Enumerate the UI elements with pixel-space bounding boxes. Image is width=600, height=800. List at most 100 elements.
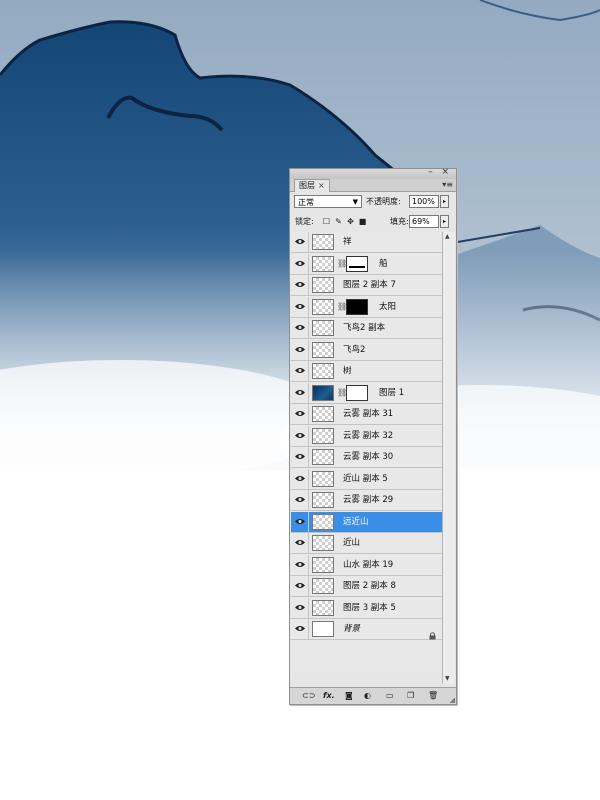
layer-row[interactable]: ⛓ 太阳 — [291, 296, 442, 318]
layer-thumbnail — [312, 298, 334, 315]
panel-tab-row: 图层 × ▾≡ — [290, 179, 456, 192]
adjustment-layer-icon[interactable]: ◐ — [364, 691, 371, 700]
layer-thumbnail — [312, 406, 334, 422]
fx-icon[interactable]: fx. — [323, 691, 335, 700]
layer-row[interactable]: 云雾 副本 32 — [291, 425, 442, 447]
lock-position-icon[interactable]: ✥ — [346, 217, 355, 226]
layer-row[interactable]: 云雾 副本 31 — [291, 404, 442, 425]
new-layer-icon[interactable]: ❐ — [407, 691, 414, 700]
lock-label: 锁定: — [295, 217, 314, 226]
blend-mode-value: 正常 — [298, 198, 314, 207]
layer-name: 祥 — [343, 237, 352, 247]
eye-icon[interactable] — [292, 425, 309, 446]
eye-icon[interactable] — [292, 253, 309, 274]
eye-icon[interactable] — [292, 490, 309, 510]
tab-layers-label: 图层 — [299, 181, 315, 190]
layer-name: 树 — [343, 366, 352, 376]
layer-row[interactable]: 飞鸟2 — [291, 339, 442, 361]
trash-icon[interactable]: 🗑 — [428, 691, 438, 700]
layer-mask-thumbnail[interactable] — [346, 384, 368, 401]
layer-thumbnail — [312, 492, 334, 508]
eye-icon[interactable] — [292, 404, 309, 424]
scroll-down-icon[interactable]: ▼ — [445, 675, 450, 682]
layer-row[interactable]: 背景 — [291, 619, 442, 640]
layer-row[interactable]: 祥 — [291, 232, 442, 253]
layer-name: 云雾 副本 32 — [343, 430, 394, 441]
layer-name: 飞鸟2 — [343, 344, 366, 355]
tab-layers[interactable]: 图层 × — [294, 179, 330, 192]
layer-mask-thumbnail[interactable] — [346, 298, 368, 315]
panel-menu-icon[interactable]: ▾≡ — [442, 180, 453, 189]
link-layers-icon[interactable]: ⊂⊃ — [302, 691, 315, 700]
lock-transparent-icon[interactable]: ☐ — [322, 217, 331, 226]
close-icon[interactable]: × — [318, 181, 325, 190]
layers-panel: – × 图层 × ▾≡ 正常 ▼ 不透明度: 100% ▸ 锁定: ☐ ✎ ✥ ■… — [289, 167, 457, 705]
eye-icon[interactable] — [292, 511, 309, 532]
layer-row[interactable]: 树 — [291, 361, 442, 382]
add-mask-icon[interactable]: ◙ — [345, 691, 353, 700]
layer-name: 山水 副本 19 — [343, 559, 394, 570]
lock-all-icon[interactable]: ■ — [358, 217, 367, 226]
layer-name: 船 — [379, 258, 388, 269]
layer-row[interactable]: 近山 — [291, 533, 442, 554]
layer-mask-thumbnail[interactable] — [346, 255, 368, 272]
layer-thumbnail — [312, 621, 334, 637]
layer-list: 祥 ⛓ 船图层 2 副本 7 ⛓ 太阳飞鸟2 副本 飞鸟2 树 ⛓ 图层 1 云雾 副本 31 云雾… — [291, 232, 442, 672]
layer-row[interactable]: 山水 副本 19 — [291, 554, 442, 576]
panel-title-bar[interactable]: – × — [290, 167, 456, 179]
layer-row[interactable]: 远近山 — [291, 511, 442, 533]
opacity-label: 不透明度: — [366, 197, 401, 206]
eye-icon[interactable] — [292, 468, 309, 489]
lock-icon — [429, 625, 436, 640]
eye-icon[interactable] — [292, 382, 309, 403]
layer-thumbnail — [312, 320, 334, 336]
opacity-slider-button[interactable]: ▸ — [440, 195, 449, 208]
eye-icon[interactable] — [292, 619, 309, 639]
chevron-down-icon: ▼ — [352, 198, 358, 206]
lock-fill-row: 锁定: ☐ ✎ ✥ ■ 填充: 69% ▸ — [290, 213, 456, 231]
lock-image-icon[interactable]: ✎ — [334, 217, 343, 226]
eye-icon[interactable] — [292, 533, 309, 553]
resize-grip-icon[interactable]: ◢ — [450, 696, 455, 704]
layer-row[interactable]: ⛓ 图层 1 — [291, 382, 442, 404]
fill-slider-button[interactable]: ▸ — [440, 215, 449, 228]
eye-icon[interactable] — [292, 296, 309, 317]
eye-icon[interactable] — [292, 447, 309, 467]
eye-icon[interactable] — [292, 275, 309, 295]
layer-thumbnail — [312, 578, 334, 594]
eye-icon[interactable] — [292, 361, 309, 381]
eye-icon[interactable] — [292, 576, 309, 596]
eye-icon[interactable] — [292, 318, 309, 338]
layer-name: 图层 2 副本 8 — [343, 581, 396, 591]
eye-icon[interactable] — [292, 554, 309, 575]
panel-window-controls[interactable]: – × — [428, 167, 452, 177]
layer-row[interactable]: 飞鸟2 副本 — [291, 318, 442, 339]
layer-name: 太阳 — [379, 301, 397, 312]
fill-input[interactable]: 69% — [409, 215, 439, 228]
layer-row[interactable]: 近山 副本 5 — [291, 468, 442, 490]
layer-row[interactable]: ⛓ 船 — [291, 253, 442, 275]
layer-thumbnail — [312, 599, 334, 616]
panel-bottom-toolbar: ⊂⊃ fx. ◙ ◐ ▭ ❐ 🗑 ◢ — [290, 687, 456, 704]
layer-row[interactable]: 图层 2 副本 8 — [291, 576, 442, 597]
layer-thumbnail — [312, 535, 334, 551]
eye-icon[interactable] — [292, 232, 309, 252]
layer-thumbnail — [312, 277, 334, 293]
blend-mode-select[interactable]: 正常 ▼ — [294, 195, 362, 208]
layer-thumbnail — [312, 427, 334, 444]
eye-icon[interactable] — [292, 597, 309, 618]
layer-name: 飞鸟2 副本 — [343, 323, 386, 333]
layer-thumbnail — [312, 384, 334, 401]
layer-thumbnail — [312, 470, 334, 487]
layer-row[interactable]: 图层 2 副本 7 — [291, 275, 442, 296]
layer-thumbnail — [312, 513, 334, 530]
layer-thumbnail — [312, 556, 334, 573]
new-group-icon[interactable]: ▭ — [386, 691, 394, 700]
layer-list-scrollbar[interactable]: ▲ ▼ — [442, 232, 455, 684]
eye-icon[interactable] — [292, 339, 309, 360]
opacity-input[interactable]: 100% — [409, 195, 439, 208]
layer-row[interactable]: 云雾 副本 30 — [291, 447, 442, 468]
layer-row[interactable]: 云雾 副本 29 — [291, 490, 442, 511]
layer-row[interactable]: 图层 3 副本 5 — [291, 597, 442, 619]
scroll-up-icon[interactable]: ▲ — [445, 233, 450, 240]
